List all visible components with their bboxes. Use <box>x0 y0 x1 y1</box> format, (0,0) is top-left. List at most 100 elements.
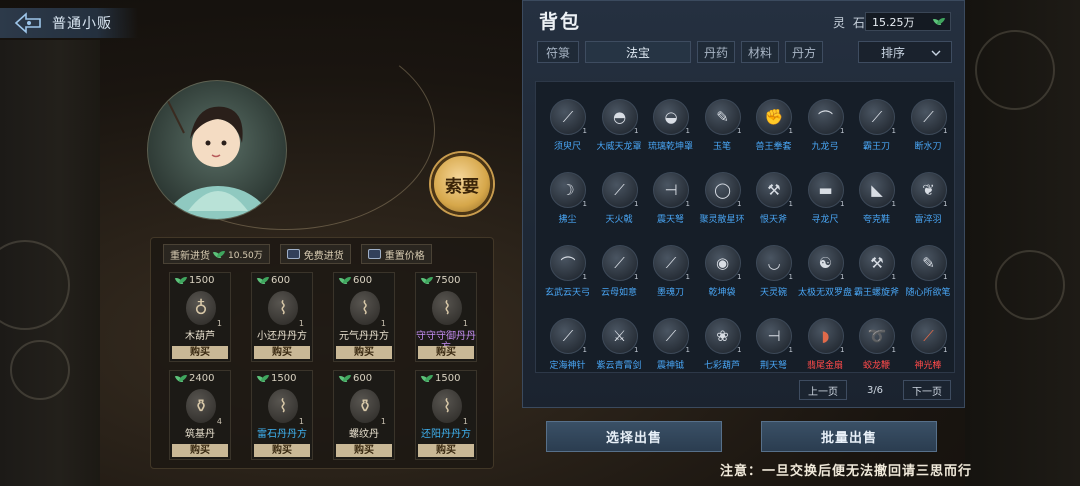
chevron-down-icon <box>931 45 941 59</box>
reset-price-button[interactable]: 重置价格 <box>360 244 432 264</box>
item-price: 1500 <box>422 373 460 384</box>
restock-label: 重新进货 <box>170 250 210 262</box>
gourd-icon: ♁ <box>186 291 216 325</box>
shop-item-card[interactable]: 7500⌇1守守守御丹丹方购买 <box>415 272 477 362</box>
spirit-stone-balance: 15.25万 <box>865 12 951 31</box>
item-icon: ☯ <box>807 245 844 281</box>
inventory-slot[interactable]: ➰ 1 蛟龙鞭 <box>851 316 902 380</box>
buy-button[interactable]: 购买 <box>172 346 228 359</box>
inventory-slot[interactable]: ◣ 1 夸克鞋 <box>851 170 902 234</box>
item-name: 定海神针 <box>549 361 586 371</box>
item-icon: ◉ <box>704 245 741 281</box>
item-quantity: 1 <box>788 200 793 208</box>
sort-dropdown[interactable]: 排序 <box>858 41 952 63</box>
inventory-slot[interactable]: ⟋ 1 霸王刀 <box>851 97 902 161</box>
inventory-slot[interactable]: ⟋ 1 断水刀 <box>903 97 954 161</box>
inventory-slot[interactable]: ⚒ 1 恨天斧 <box>748 170 799 234</box>
inventory-slot[interactable]: ⌒ 1 九龙弓 <box>800 97 851 161</box>
buy-button[interactable]: 购买 <box>172 444 228 457</box>
inventory-slot[interactable]: ☯ 1 太极无双罗盘 <box>798 243 852 307</box>
inventory-slot[interactable]: ⟋ 1 神光棒 <box>903 316 954 380</box>
item-name: 元气丹丹方 <box>339 331 389 342</box>
npc-portrait <box>147 80 287 220</box>
item-icon: ⌒ <box>550 245 586 281</box>
item-quantity: 1 <box>737 273 742 281</box>
inventory-slot[interactable]: ⟋ 1 云母如意 <box>594 243 645 307</box>
buy-button[interactable]: 购买 <box>254 346 310 359</box>
inventory-slot[interactable]: ⟋ 1 墨魂刀 <box>645 243 696 307</box>
item-quantity: 1 <box>582 127 587 135</box>
batch-sell-button[interactable]: 批量出售 <box>761 421 937 452</box>
item-icon: ◒ <box>653 99 689 135</box>
backpack-title: 背包 <box>539 11 582 33</box>
inventory-slot[interactable]: ◒ 1 琉璃乾坤罩 <box>645 97 696 161</box>
item-icon: ◓ <box>601 99 638 135</box>
inventory-slot[interactable]: ❦ 1 雷淬羽 <box>903 170 954 234</box>
inventory-slot[interactable]: ⚔ 1 紫云青霄剑 <box>594 316 645 380</box>
tab-3[interactable]: 材料 <box>741 41 779 63</box>
inventory-slot[interactable]: ⟋ 1 震神钺 <box>645 316 696 380</box>
tab-2[interactable]: 丹药 <box>697 41 735 63</box>
item-quantity: 1 <box>891 127 896 135</box>
shop-item-card[interactable]: 2400 ⚱ 4 筑基丹 购买 <box>169 370 231 460</box>
buy-button[interactable]: 购买 <box>254 444 310 457</box>
buy-button[interactable]: 购买 <box>336 346 392 359</box>
inventory-slot[interactable]: ◓ 1 大威天龙罩 <box>594 97 645 161</box>
buy-button[interactable]: 购买 <box>336 444 392 457</box>
inventory-slot[interactable]: ⊣ 1 震天弩 <box>645 170 696 234</box>
item-quantity: 4 <box>216 417 222 426</box>
inventory-slot[interactable]: ☽ 1 拂尘 <box>542 170 593 234</box>
item-quantity: 1 <box>634 273 639 281</box>
buy-button[interactable]: 购买 <box>418 444 474 457</box>
shop-item-card[interactable]: 1500 ⌇ 1 还阳丹丹方 购买 <box>415 370 477 460</box>
restock-button[interactable]: 重新进货 10.50万 <box>163 244 270 264</box>
select-sell-button[interactable]: 选择出售 <box>546 421 722 452</box>
item-icon: ◣ <box>859 172 895 208</box>
inventory-slot[interactable]: ⟋ 1 天火戟 <box>594 170 645 234</box>
tab-0[interactable]: 符箓 <box>537 41 579 63</box>
item-icon: ▬ <box>807 172 844 208</box>
shop-item-card[interactable]: 600 ⌇ 1 元气丹丹方 购买 <box>333 272 395 362</box>
page-title: 普通小贩 <box>52 16 112 32</box>
inventory-slot[interactable]: ⟋ 1 须臾尺 <box>542 97 593 161</box>
inventory-slot[interactable]: ◉ 1 乾坤袋 <box>697 243 748 307</box>
inventory-slot[interactable]: ⟋ 1 定海神针 <box>542 316 593 380</box>
prev-page-button[interactable]: 上一页 <box>799 380 847 400</box>
trade-notice: 注意：一旦交换后便无法撤回请三思而行 <box>720 464 973 479</box>
item-name: 须臾尺 <box>553 142 581 152</box>
inventory-slot[interactable]: ❀ 1 七彩葫芦 <box>697 316 748 380</box>
item-name: 还阳丹丹方 <box>421 429 471 440</box>
item-icon: ◡ <box>756 245 792 281</box>
inventory-slot[interactable]: ⚒ 1 霸王螺旋斧 <box>851 243 902 307</box>
shop-item-card[interactable]: 600 ⚱ 1 螺纹丹 购买 <box>333 370 395 460</box>
backpack-panel: 背包 灵 石 15.25万 符箓 法宝 丹药 材料 丹方 排序 ⟋ 1 须臾尺 ◓ 1 大威天龙罩… <box>522 0 965 408</box>
next-page-button[interactable]: 下一页 <box>903 380 951 400</box>
back-arrow-icon[interactable] <box>14 12 42 34</box>
item-icon: ⚒ <box>756 172 792 208</box>
item-icon: ⌒ <box>807 99 844 135</box>
inventory-slot[interactable]: ✊ 1 兽王拳套 <box>748 97 799 161</box>
inventory-slot[interactable]: ⊣ 1 荆天弩 <box>748 316 799 380</box>
item-name: 云母如意 <box>600 288 637 298</box>
inventory-slot[interactable]: ✎ 1 玉笔 <box>697 97 748 161</box>
inventory-slot[interactable]: ▬ 1 寻龙尺 <box>800 170 851 234</box>
right-ornament <box>965 0 1080 486</box>
shop-item-card[interactable]: 1500 ♁ 1 木葫芦 购买 <box>169 272 231 362</box>
shop-item-card[interactable]: 1500 ⌇ 1 雷石丹丹方 购买 <box>251 370 313 460</box>
buy-button[interactable]: 购买 <box>418 346 474 359</box>
item-name: 九龙弓 <box>811 142 839 152</box>
item-icon: ⟋ <box>601 245 638 281</box>
inventory-slot[interactable]: ◗ 1 翡尾金扇 <box>800 316 851 380</box>
inventory-slot[interactable]: ⌒ 1 玄武云天弓 <box>542 243 593 307</box>
item-icon: ⚔ <box>601 318 638 354</box>
request-button[interactable]: 索要 <box>431 153 493 215</box>
tab-4[interactable]: 丹方 <box>785 41 823 63</box>
inventory-slot[interactable]: ◡ 1 天灵碗 <box>748 243 799 307</box>
inventory-slot[interactable]: ◯ 1 聚灵散星环 <box>697 170 748 234</box>
item-quantity: 1 <box>788 273 793 281</box>
inventory-slot[interactable]: ✎ 1 随心所欲笔 <box>903 243 954 307</box>
shop-item-card[interactable]: 600 ⌇ 1 小还丹丹方 购买 <box>251 272 313 362</box>
free-restock-button[interactable]: 免费进货 <box>279 244 351 264</box>
scroll-icon: ⌇ <box>432 389 462 423</box>
tab-1[interactable]: 法宝 <box>585 41 691 63</box>
